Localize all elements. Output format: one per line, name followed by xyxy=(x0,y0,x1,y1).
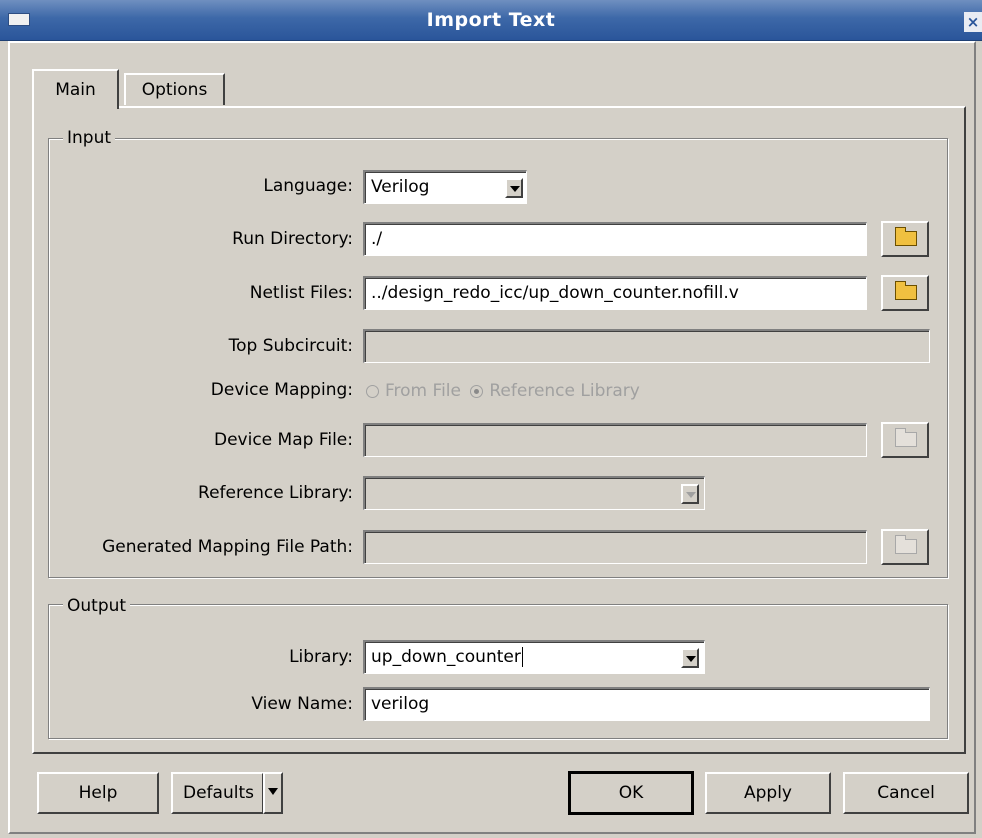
defaults-menu-button[interactable] xyxy=(263,772,283,814)
title-bar: Import Text × xyxy=(0,0,982,41)
window-title: Import Text xyxy=(426,9,556,31)
apply-button[interactable]: Apply xyxy=(705,772,831,814)
tab-options[interactable]: Options xyxy=(124,73,225,105)
close-icon[interactable]: × xyxy=(964,12,982,32)
cancel-button[interactable]: Cancel xyxy=(843,772,969,814)
tab-main[interactable]: Main xyxy=(32,69,119,109)
tab-pane-main xyxy=(32,106,966,754)
help-button[interactable]: Help xyxy=(37,772,159,814)
chevron-down-icon xyxy=(268,788,278,795)
ok-button[interactable]: OK xyxy=(568,771,694,815)
defaults-button[interactable]: Defaults xyxy=(171,772,264,814)
